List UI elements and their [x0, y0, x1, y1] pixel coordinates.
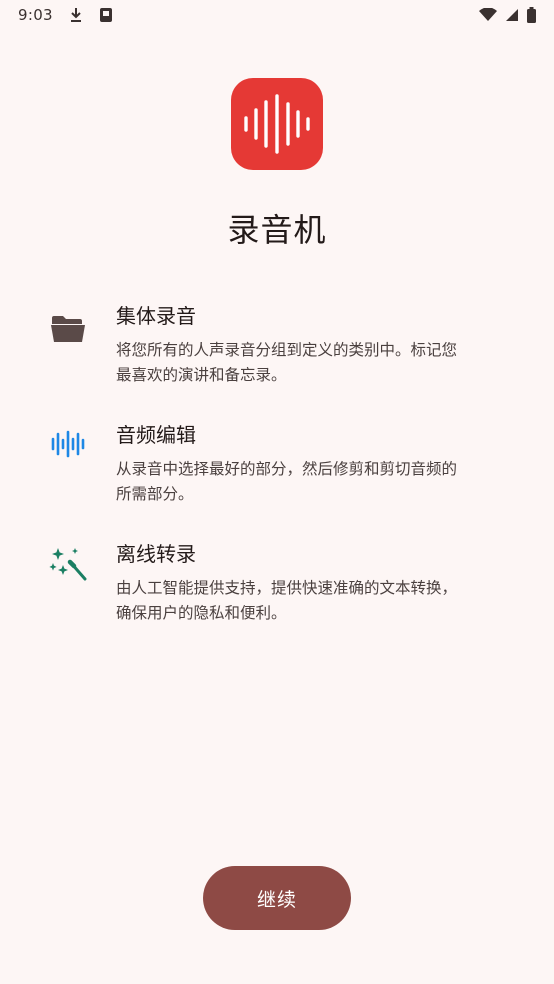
status-bar: 9:03 [0, 0, 554, 30]
feature-title: 集体录音 [116, 304, 196, 328]
feature-description-line: 从录音中选择最好的部分，然后修剪和剪切音频的 [116, 460, 458, 478]
signal-icon [505, 8, 519, 22]
continue-button[interactable]: 继续 [203, 866, 351, 930]
feature-description-line: 由人工智能提供支持，提供快速准确的文本转换， [116, 579, 458, 597]
wifi-icon [479, 8, 497, 22]
feature-description-line: 所需部分。 [116, 485, 194, 503]
magic-wand-icon [48, 544, 88, 584]
waveform-icon [244, 94, 310, 154]
feature-description-line: 确保用户的隐私和便利。 [116, 604, 287, 622]
status-time: 9:03 [18, 6, 53, 24]
card-icon [99, 7, 113, 23]
feature-description-line: 最喜欢的演讲和备忘录。 [116, 366, 287, 384]
onboarding-screen: 9:03 录音机 集体录音 将您所有的人声录音分组到定义的类别中。标记您 最喜欢… [0, 0, 554, 984]
download-icon [69, 7, 83, 23]
feature-description: 由人工智能提供支持，提供快速准确的文本转换， 确保用户的隐私和便利。 [116, 576, 506, 626]
feature-title: 离线转录 [116, 542, 196, 566]
feature-description-line: 将您所有的人声录音分组到定义的类别中。标记您 [116, 341, 458, 359]
feature-description: 将您所有的人声录音分组到定义的类别中。标记您 最喜欢的演讲和备忘录。 [116, 338, 506, 388]
feature-description: 从录音中选择最好的部分，然后修剪和剪切音频的 所需部分。 [116, 457, 506, 507]
app-title: 录音机 [227, 211, 327, 249]
folder-icon [48, 309, 88, 349]
audio-wave-icon [48, 424, 88, 464]
feature-title: 音频编辑 [116, 423, 196, 447]
app-icon [231, 78, 323, 170]
battery-icon [527, 7, 536, 23]
